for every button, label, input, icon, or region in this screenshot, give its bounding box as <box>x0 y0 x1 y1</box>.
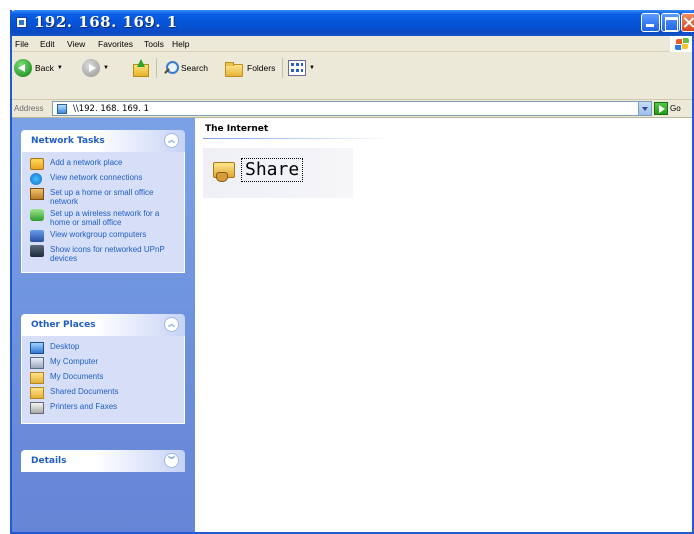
other-places-title: Other Places <box>31 320 96 330</box>
up-folder-icon <box>132 59 149 77</box>
address-label: Address <box>14 104 44 113</box>
views-icon <box>288 60 306 76</box>
back-arrow-icon <box>14 59 32 77</box>
menu-bar: File Edit View Favorites Tools Help <box>12 36 692 52</box>
up-folder-button[interactable] <box>132 56 149 80</box>
folders-label: Folders <box>247 63 276 73</box>
place-label: Shared Documents <box>50 387 119 396</box>
network-tasks-panel: Network Tasks ︽ Add a network place View… <box>21 130 185 273</box>
close-button[interactable] <box>681 13 694 32</box>
shared-folder-icon <box>213 158 235 182</box>
folders-button[interactable]: Folders <box>224 56 275 80</box>
toolbar: Back ▼ ▼ Search Folders ▼ <box>12 52 692 100</box>
search-button[interactable]: Search <box>162 56 208 80</box>
menu-help[interactable]: Help <box>172 39 189 49</box>
place-printers-faxes[interactable]: Printers and Faxes <box>22 402 184 414</box>
task-label: View network connections <box>50 173 143 182</box>
collapse-chevron-icon[interactable]: ︽ <box>164 133 179 148</box>
forward-button[interactable]: ▼ <box>82 56 109 80</box>
my-computer-icon <box>30 357 44 369</box>
network-tasks-header[interactable]: Network Tasks ︽ <box>21 130 185 152</box>
search-label: Search <box>181 63 208 73</box>
task-pane: Network Tasks ︽ Add a network place View… <box>12 118 195 532</box>
place-label: Desktop <box>50 342 80 351</box>
place-shared-documents[interactable]: Shared Documents <box>22 387 184 399</box>
task-label: Show icons for networked UPnP devices <box>50 245 165 263</box>
task-setup-home-network[interactable]: Set up a home or small office network <box>22 188 184 206</box>
task-setup-wireless-network[interactable]: Set up a wireless network for a home or … <box>22 209 184 227</box>
place-label: My Computer <box>50 357 99 366</box>
details-panel: Details ︾ <box>21 450 185 472</box>
add-network-place-icon <box>30 158 44 170</box>
go-arrow-icon <box>654 102 668 115</box>
task-view-workgroup-computers[interactable]: View workgroup computers <box>22 230 184 242</box>
menu-view[interactable]: View <box>67 39 85 49</box>
views-dropdown-icon[interactable]: ▼ <box>309 65 315 71</box>
shared-documents-icon <box>30 387 44 399</box>
go-button[interactable]: Go <box>654 102 681 115</box>
forward-arrow-icon <box>82 59 100 77</box>
task-label: View workgroup computers <box>50 230 147 239</box>
menu-favorites[interactable]: Favorites <box>98 39 133 49</box>
back-button[interactable]: Back ▼ <box>14 56 63 80</box>
place-my-computer[interactable]: My Computer <box>22 357 184 369</box>
minimize-button[interactable] <box>641 13 660 32</box>
share-folder-item[interactable]: Share <box>203 148 353 198</box>
address-dropdown-icon[interactable] <box>638 102 651 115</box>
network-tasks-list: Add a network place View network connect… <box>21 152 185 273</box>
details-title: Details <box>31 456 67 466</box>
collapse-chevron-icon[interactable]: ︽ <box>164 317 179 332</box>
expand-chevron-icon[interactable]: ︾ <box>164 453 179 468</box>
wireless-network-icon <box>30 209 44 221</box>
window-icon <box>16 17 27 28</box>
menu-tools[interactable]: Tools <box>144 39 164 49</box>
menu-file[interactable]: File <box>15 39 29 49</box>
other-places-header[interactable]: Other Places ︽ <box>21 314 185 336</box>
back-dropdown-icon[interactable]: ▼ <box>57 65 63 71</box>
content-pane: The Internet Share <box>195 118 692 532</box>
group-divider <box>203 138 393 139</box>
place-desktop[interactable]: Desktop <box>22 342 184 354</box>
group-header: The Internet <box>205 124 269 134</box>
task-view-network-connections[interactable]: View network connections <box>22 173 184 185</box>
upnp-devices-icon <box>30 245 44 257</box>
folders-icon <box>224 60 244 77</box>
task-add-network-place[interactable]: Add a network place <box>22 158 184 170</box>
task-show-upnp-icons[interactable]: Show icons for networked UPnP devices <box>22 245 184 263</box>
back-label: Back <box>35 63 54 73</box>
search-icon <box>162 60 179 76</box>
details-header[interactable]: Details ︾ <box>21 450 185 472</box>
other-places-panel: Other Places ︽ Desktop My Computer My Do… <box>21 314 185 424</box>
home-network-icon <box>30 188 44 200</box>
address-value: \\192. 168. 169. 1 <box>73 104 150 114</box>
task-label: Set up a wireless network for a home or … <box>50 209 160 227</box>
printers-faxes-icon <box>30 402 44 414</box>
task-label: Add a network place <box>50 158 123 167</box>
window-title: 192. 168. 169. 1 <box>34 13 178 31</box>
other-places-list: Desktop My Computer My Documents Shared … <box>21 336 185 424</box>
go-label: Go <box>670 104 681 113</box>
maximize-button[interactable] <box>661 13 680 32</box>
workgroup-computers-icon <box>30 230 44 242</box>
place-label: My Documents <box>50 372 104 381</box>
address-bar: Address \\192. 168. 169. 1 Go <box>12 100 692 118</box>
toolbar-separator <box>282 58 283 78</box>
network-tasks-title: Network Tasks <box>31 136 105 146</box>
explorer-window: 192. 168. 169. 1 File Edit View Favorite… <box>10 10 694 534</box>
network-folder-icon <box>57 104 67 114</box>
share-folder-label: Share <box>241 158 304 182</box>
views-button[interactable]: ▼ <box>288 56 315 80</box>
forward-dropdown-icon[interactable]: ▼ <box>103 65 109 71</box>
my-documents-icon <box>30 372 44 384</box>
title-bar[interactable]: 192. 168. 169. 1 <box>10 10 694 36</box>
network-connections-icon <box>30 173 42 185</box>
place-label: Printers and Faxes <box>50 402 118 411</box>
windows-logo-icon <box>670 36 692 52</box>
desktop-icon <box>30 342 44 354</box>
toolbar-separator <box>156 58 157 78</box>
menu-edit[interactable]: Edit <box>40 39 55 49</box>
task-label: Set up a home or small office network <box>50 188 154 206</box>
address-input[interactable]: \\192. 168. 169. 1 <box>52 101 652 116</box>
place-my-documents[interactable]: My Documents <box>22 372 184 384</box>
